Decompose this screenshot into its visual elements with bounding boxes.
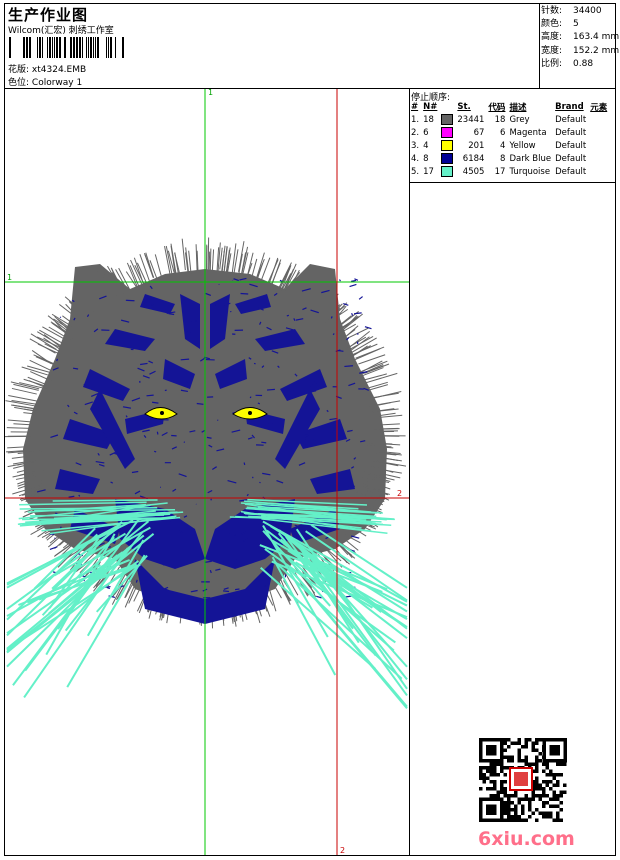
- color-swatch: [441, 166, 454, 177]
- color-swatch: [441, 114, 454, 125]
- stat-value: 0.88: [573, 58, 594, 69]
- row-description: Yellow: [509, 140, 536, 151]
- column-header: 代码: [488, 103, 506, 113]
- color-swatch: [441, 140, 454, 151]
- row-swatch: [439, 139, 455, 152]
- row-brand: Default: [555, 114, 587, 125]
- row-needle: 17: [423, 166, 434, 177]
- subtitle: Wilcom(汇宏) 刺绣工作室: [8, 26, 114, 36]
- row-swatch: [439, 165, 455, 178]
- stat-row: 比例: 0.88: [541, 58, 619, 71]
- row-brand: Default: [555, 153, 587, 164]
- stats-divider: [539, 3, 540, 88]
- row-code: 6: [500, 127, 506, 138]
- row-index: 2.: [411, 127, 420, 138]
- row-swatch: [439, 113, 455, 126]
- row-code: 18: [494, 114, 506, 125]
- stat-label: 颜色:: [541, 19, 563, 30]
- row-stitches: 201: [468, 140, 485, 151]
- stat-label: 宽度:: [541, 45, 563, 56]
- row-description: Dark Blue: [509, 153, 552, 164]
- row-description: Turquoise: [509, 166, 551, 177]
- stats-block: 针数: 34400 颜色: 5 高度: 163.4 mm 宽度: 152.2 mm 比例…: [541, 5, 619, 71]
- column-header: 描述: [509, 103, 527, 113]
- stat-value: 34400: [573, 6, 602, 16]
- column-header: 元素: [590, 103, 608, 113]
- row-index: 1.: [411, 114, 420, 125]
- row-code: 4: [500, 140, 506, 151]
- color-swatch: [441, 127, 454, 138]
- color-row: 4. 8 6184 8 Dark Blue Default: [409, 152, 609, 165]
- row-swatch: [439, 126, 455, 139]
- column-header: N#: [423, 102, 438, 112]
- row-element: [588, 165, 609, 178]
- row-element: [588, 126, 609, 139]
- row-stitches: 23441: [457, 114, 485, 125]
- color-table-header: # N# St. 代码 描述 Brand 元素: [409, 101, 609, 113]
- stat-row: 针数: 34400: [541, 5, 619, 18]
- color-swatch: [441, 153, 454, 164]
- row-brand: Default: [555, 166, 587, 177]
- stat-row: 颜色: 5: [541, 18, 619, 31]
- stat-value: 152.2 mm: [573, 45, 620, 56]
- panel-divider: [409, 88, 410, 856]
- row-brand: Default: [555, 140, 587, 151]
- row-needle: 4: [423, 140, 429, 151]
- color-table: # N# St. 代码 描述 Brand 元素 1. 18 23441 18 Grey D…: [409, 101, 609, 178]
- qr-code: [479, 738, 567, 822]
- row-element: [588, 152, 609, 165]
- row-element: [588, 113, 609, 126]
- barcode: [9, 37, 124, 58]
- row-index: 4.: [411, 153, 420, 164]
- colorway-value: Colorway 1: [31, 78, 83, 88]
- row-index: 5.: [411, 166, 420, 177]
- pattern-line: 花版: xt4324.EMB: [8, 62, 86, 75]
- pattern-value: xt4324.EMB: [31, 65, 87, 75]
- row-stitches: 4505: [462, 166, 485, 177]
- stat-row: 宽度: 152.2 mm: [541, 45, 619, 58]
- tiger-embroidery: [5, 237, 408, 710]
- pattern-label: 花版:: [8, 65, 30, 75]
- row-code: 17: [494, 166, 506, 177]
- red-horizontal-label: 2: [397, 489, 403, 498]
- colorway-label: 色位:: [8, 78, 30, 88]
- column-header: Brand: [555, 102, 584, 112]
- green-vertical-label: 1: [208, 88, 214, 97]
- green-horizontal-label: 1: [7, 273, 13, 282]
- stat-row: 高度: 163.4 mm: [541, 31, 619, 44]
- column-header-swatch: [439, 101, 455, 113]
- row-index: 3.: [411, 140, 420, 151]
- row-brand: Default: [555, 127, 587, 138]
- row-needle: 8: [423, 153, 429, 164]
- color-row: 3. 4 201 4 Yellow Default: [409, 139, 609, 152]
- row-description: Magenta: [509, 127, 547, 138]
- colorway-line: 色位: Colorway 1: [8, 75, 82, 88]
- color-row: 5. 17 4505 17 Turquoise Default: [409, 165, 609, 178]
- column-header: #: [411, 102, 419, 112]
- red-vertical-label: 2: [340, 846, 346, 855]
- row-element: [588, 139, 609, 152]
- table-bottom-line: [409, 182, 616, 183]
- row-description: Grey: [509, 114, 530, 125]
- color-row: 1. 18 23441 18 Grey Default: [409, 113, 609, 126]
- column-header: St.: [457, 102, 471, 112]
- stat-label: 针数:: [541, 6, 563, 16]
- design-canvas: [5, 89, 409, 855]
- row-swatch: [439, 152, 455, 165]
- page-title: 生产作业图: [8, 6, 89, 24]
- stat-value: 5: [573, 19, 579, 30]
- watermark: 6xiu.com: [478, 828, 575, 850]
- row-stitches: 67: [473, 127, 485, 138]
- row-code: 8: [500, 153, 506, 164]
- stat-value: 163.4 mm: [573, 32, 620, 43]
- row-stitches: 6184: [462, 153, 485, 164]
- stat-label: 高度:: [541, 32, 563, 43]
- row-needle: 6: [423, 127, 429, 138]
- stat-label: 比例:: [541, 58, 563, 69]
- row-needle: 18: [423, 114, 434, 125]
- color-row: 2. 6 67 6 Magenta Default: [409, 126, 609, 139]
